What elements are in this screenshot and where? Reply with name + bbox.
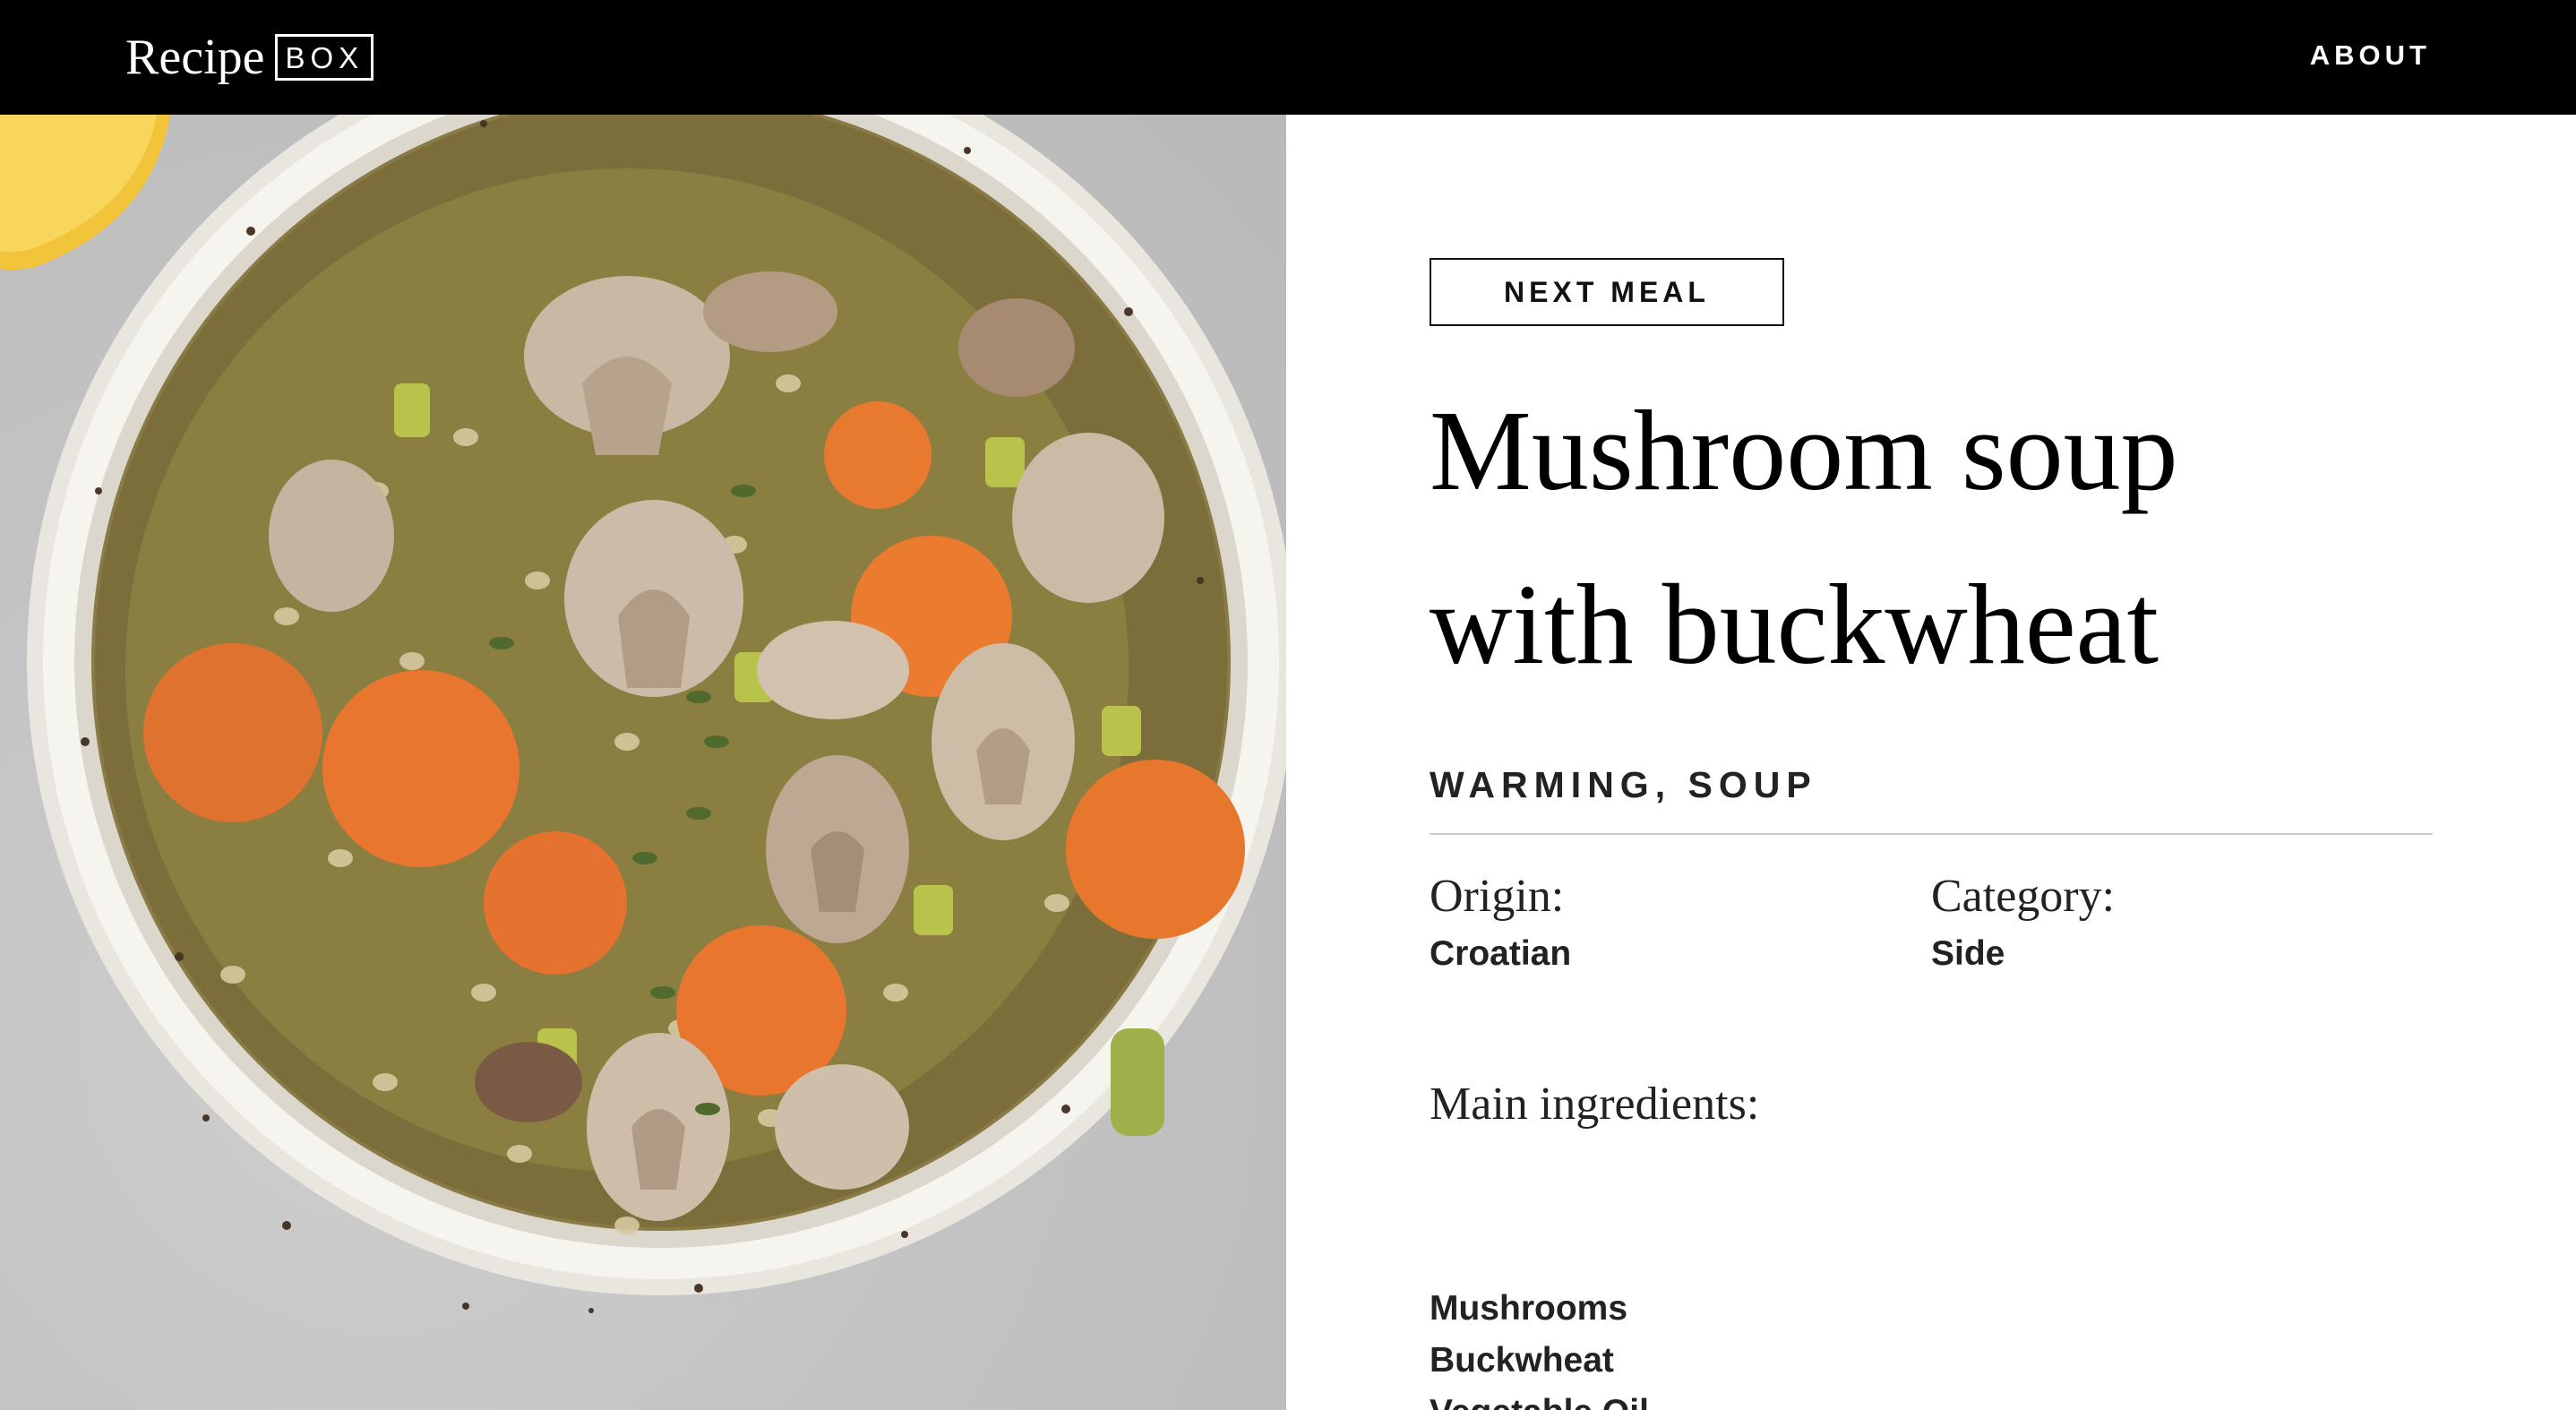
ingredient-item: Vegetable Oil [1430,1387,1649,1410]
ingredient-item: Mushrooms [1430,1289,1628,1328]
lemon-wedge [0,115,170,271]
recipe-title-line1: Mushroom soup [1430,387,2178,514]
category-value: Side [1931,934,2005,973]
origin-label: Origin: [1430,871,1565,922]
ingredient-item: Buckwheat [1430,1341,1614,1380]
next-meal-button[interactable]: NEXT MEAL [1430,258,1784,326]
recipe-detail-panel: NEXT MEAL Mushroom soup with buckwheat W… [1286,115,2576,1410]
logo-word: Recipe [125,30,265,85]
recipe-title: Mushroom soup with buckwheat [1430,364,2433,711]
origin-value: Croatian [1430,934,1572,973]
ingredients-label: Main ingredients: [1430,1079,1760,1130]
ingredients-list: Mushrooms Buckwheat Vegetable Oil [1430,1283,1649,1410]
logo-box-badge: BOX [275,34,374,81]
recipe-box-logo[interactable]: Recipe BOX [125,32,374,82]
top-navbar: Recipe BOX ABOUT [0,0,2576,115]
nav-about-link[interactable]: ABOUT [2310,38,2431,73]
recipe-tags: WARMING, SOUP [1430,764,1817,805]
category-label: Category: [1931,871,2116,922]
soup-bowl-photo [0,115,1286,1410]
recipe-title-line2: with buckwheat [1430,561,2159,688]
section-divider [1430,833,2433,835]
